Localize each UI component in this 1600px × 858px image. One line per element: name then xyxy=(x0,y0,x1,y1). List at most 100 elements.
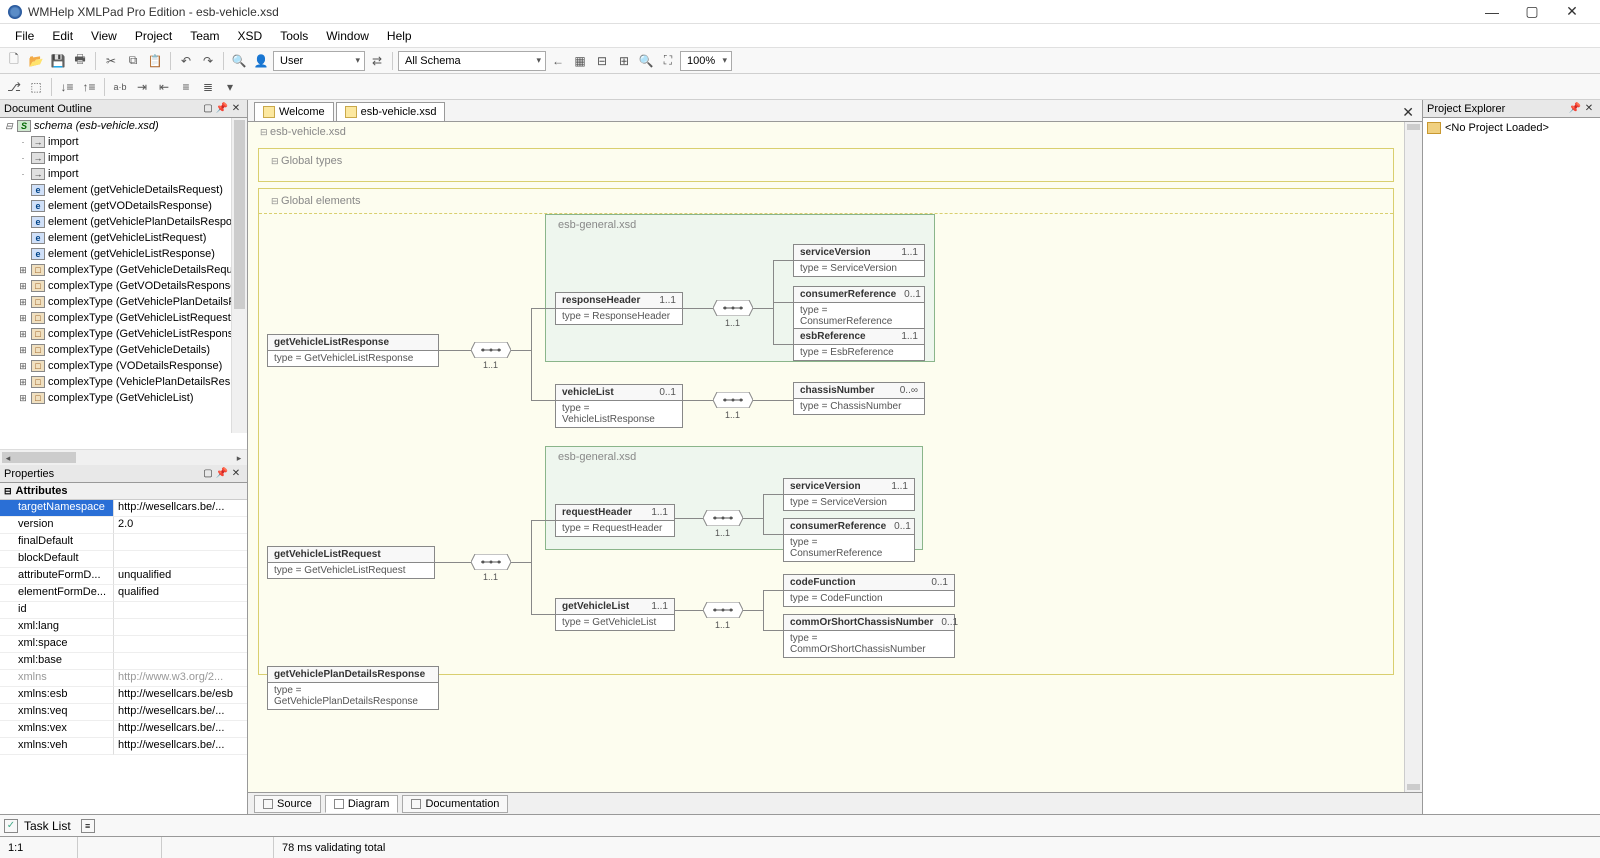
node-consumerreference[interactable]: consumerReference0..1 type = ConsumerRef… xyxy=(793,286,925,330)
project-explorer[interactable]: <No Project Loaded> xyxy=(1423,118,1600,814)
node-getvehicleplandetails[interactable]: getVehiclePlanDetailsResponse type = Get… xyxy=(267,666,439,710)
property-row[interactable]: xml:lang xyxy=(0,619,247,636)
tab-welcome[interactable]: Welcome xyxy=(254,102,334,121)
outline-item[interactable]: eelement (getVODetailsResponse) xyxy=(0,198,247,214)
maximize-button[interactable]: ▢ xyxy=(1512,0,1552,24)
outline-item[interactable]: ⊞□complexType (GetVehicleListResponse) xyxy=(0,326,247,342)
property-row[interactable]: blockDefault xyxy=(0,551,247,568)
node-vehiclelist[interactable]: vehicleList0..1 type = VehicleListRespon… xyxy=(555,384,683,428)
node-getvehiclelist[interactable]: getVehicleList1..1 type = GetVehicleList xyxy=(555,598,675,631)
props-pin-icon[interactable]: 📌 xyxy=(215,467,229,481)
zoom-combo[interactable]: 100% xyxy=(680,51,732,71)
collapse-icon[interactable]: ⊟ xyxy=(592,51,612,71)
node-serviceversion-2[interactable]: serviceVersion1..1 type = ServiceVersion xyxy=(783,478,915,511)
tasklist-list-icon[interactable]: ≡ xyxy=(81,819,95,833)
undo-icon[interactable]: ↶ xyxy=(176,51,196,71)
user-combo[interactable]: User xyxy=(273,51,365,71)
tab-source[interactable]: Source xyxy=(254,795,321,813)
outline-item[interactable]: ⊞□complexType (GetVehicleList) xyxy=(0,390,247,406)
node-getvehiclelistrequest[interactable]: getVehicleListRequest type = GetVehicleL… xyxy=(267,546,435,579)
outdent-icon[interactable]: ⇤ xyxy=(154,77,174,97)
cut-icon[interactable]: ✂ xyxy=(101,51,121,71)
print-icon[interactable]: 🖶 xyxy=(70,51,90,71)
property-row[interactable]: version2.0 xyxy=(0,517,247,534)
property-row[interactable]: xmlns:esbhttp://wesellcars.be/esb xyxy=(0,687,247,704)
outline-item[interactable]: ·→import xyxy=(0,134,247,150)
property-row[interactable]: xmlns:vehhttp://wesellcars.be/... xyxy=(0,738,247,755)
minimize-button[interactable]: — xyxy=(1472,0,1512,24)
section-global-types[interactable]: Global types xyxy=(259,149,1393,173)
sort-asc-icon[interactable]: ↓≡ xyxy=(57,77,77,97)
property-row[interactable]: id xyxy=(0,602,247,619)
menu-help[interactable]: Help xyxy=(378,26,421,46)
menu-edit[interactable]: Edit xyxy=(43,26,82,46)
grid-icon[interactable]: ▦ xyxy=(570,51,590,71)
outline-dock-icon[interactable]: ▢ xyxy=(201,102,215,116)
tab-diagram[interactable]: Diagram xyxy=(325,795,399,813)
node-responseheader[interactable]: responseHeader1..1 type = ResponseHeader xyxy=(555,292,683,325)
node-esbreference[interactable]: esbReference1..1 type = EsbReference xyxy=(793,328,925,361)
diagram-canvas[interactable]: esb-vehicle.xsd Global types Global elem… xyxy=(248,122,1404,792)
copy-icon[interactable]: ⧉ xyxy=(123,51,143,71)
paste-icon[interactable]: 📋 xyxy=(145,51,165,71)
redo-icon[interactable]: ↷ xyxy=(198,51,218,71)
outline-item[interactable]: ⊞□complexType (GetVehicleDetails) xyxy=(0,342,247,358)
node-getvehiclelistresponse[interactable]: getVehicleListResponse type = GetVehicle… xyxy=(267,334,439,367)
tasklist-check-icon[interactable]: ✓ xyxy=(4,819,18,833)
node-chassisnumber[interactable]: chassisNumber0..∞ type = ChassisNumber xyxy=(793,382,925,415)
outline-scrollbar-h[interactable]: ◂▸ xyxy=(0,449,247,465)
property-row[interactable]: xmlns:veqhttp://wesellcars.be/... xyxy=(0,704,247,721)
outline-item[interactable]: eelement (getVehicleListResponse) xyxy=(0,246,247,262)
property-row[interactable]: elementFormDe...qualified xyxy=(0,585,247,602)
node-requestheader[interactable]: requestHeader1..1 type = RequestHeader xyxy=(555,504,675,537)
find-icon[interactable]: 🔍 xyxy=(229,51,249,71)
property-row[interactable]: xmlnshttp://www.w3.org/2... xyxy=(0,670,247,687)
node-codefunction[interactable]: codeFunction0..1 type = CodeFunction xyxy=(783,574,955,607)
property-row[interactable]: xml:base xyxy=(0,653,247,670)
nav-back-icon[interactable]: ← xyxy=(548,51,568,71)
outline-tree[interactable]: ⊟ S schema (esb-vehicle.xsd) ·→import·→i… xyxy=(0,118,247,449)
diagram-scrollbar-v[interactable] xyxy=(1404,122,1422,792)
outline-pin-icon[interactable]: 📌 xyxy=(215,102,229,116)
outline-item[interactable]: ⊞□complexType (VODetailsResponse) xyxy=(0,358,247,374)
user-icon[interactable]: 👤 xyxy=(251,51,271,71)
props-section[interactable]: Attributes xyxy=(0,483,247,500)
align-center-icon[interactable]: ≣ xyxy=(198,77,218,97)
schema-combo[interactable]: All Schema xyxy=(398,51,546,71)
node-consumerreference-2[interactable]: consumerReference0..1 type = ConsumerRef… xyxy=(783,518,915,562)
sync-icon[interactable]: ⇄ xyxy=(367,51,387,71)
menu-view[interactable]: View xyxy=(82,26,126,46)
outline-item[interactable]: eelement (getVehicleDetailsRequest) xyxy=(0,182,247,198)
property-row[interactable]: finalDefault xyxy=(0,534,247,551)
outline-item[interactable]: ⊞□complexType (GetVehicleDetailsReques xyxy=(0,262,247,278)
ab-icon[interactable]: a·b xyxy=(110,77,130,97)
property-row[interactable]: attributeFormD...unqualified xyxy=(0,568,247,585)
tab-close-icon[interactable]: ✕ xyxy=(1394,104,1422,121)
zoom-icon[interactable]: 🔍 xyxy=(636,51,656,71)
props-close-icon[interactable]: ✕ xyxy=(229,467,243,481)
save-icon[interactable]: 💾 xyxy=(48,51,68,71)
menu-tools[interactable]: Tools xyxy=(271,26,317,46)
tab-esb-vehicle[interactable]: esb-vehicle.xsd xyxy=(336,102,446,121)
outline-item[interactable]: ⊞□complexType (GetVODetailsResponse) xyxy=(0,278,247,294)
new-icon[interactable]: 🗋 xyxy=(4,51,24,71)
tool-a-icon[interactable]: ⎇ xyxy=(4,77,24,97)
node-commorshortchassis[interactable]: commOrShortChassisNumber0..1 type = Comm… xyxy=(783,614,955,658)
menu-team[interactable]: Team xyxy=(181,26,228,46)
outline-item[interactable]: ⊞□complexType (VehiclePlanDetailsRespo xyxy=(0,374,247,390)
projexp-close-icon[interactable]: ✕ xyxy=(1582,102,1596,116)
expand-icon[interactable]: ⊞ xyxy=(614,51,634,71)
tab-documentation[interactable]: Documentation xyxy=(402,795,508,813)
align-left-icon[interactable]: ≡ xyxy=(176,77,196,97)
fit-icon[interactable]: ⛶ xyxy=(658,51,678,71)
outline-item[interactable]: ·→import xyxy=(0,150,247,166)
indent-icon[interactable]: ⇥ xyxy=(132,77,152,97)
menu-window[interactable]: Window xyxy=(317,26,378,46)
menu-file[interactable]: File xyxy=(6,26,43,46)
props-dock-icon[interactable]: ▢ xyxy=(201,467,215,481)
menu-xsd[interactable]: XSD xyxy=(229,26,272,46)
properties-grid[interactable]: Attributes targetNamespacehttp://wesellc… xyxy=(0,483,247,814)
tool-b-icon[interactable]: ⬚ xyxy=(26,77,46,97)
tasklist-label[interactable]: Task List xyxy=(24,819,71,833)
outline-item[interactable]: ·→import xyxy=(0,166,247,182)
